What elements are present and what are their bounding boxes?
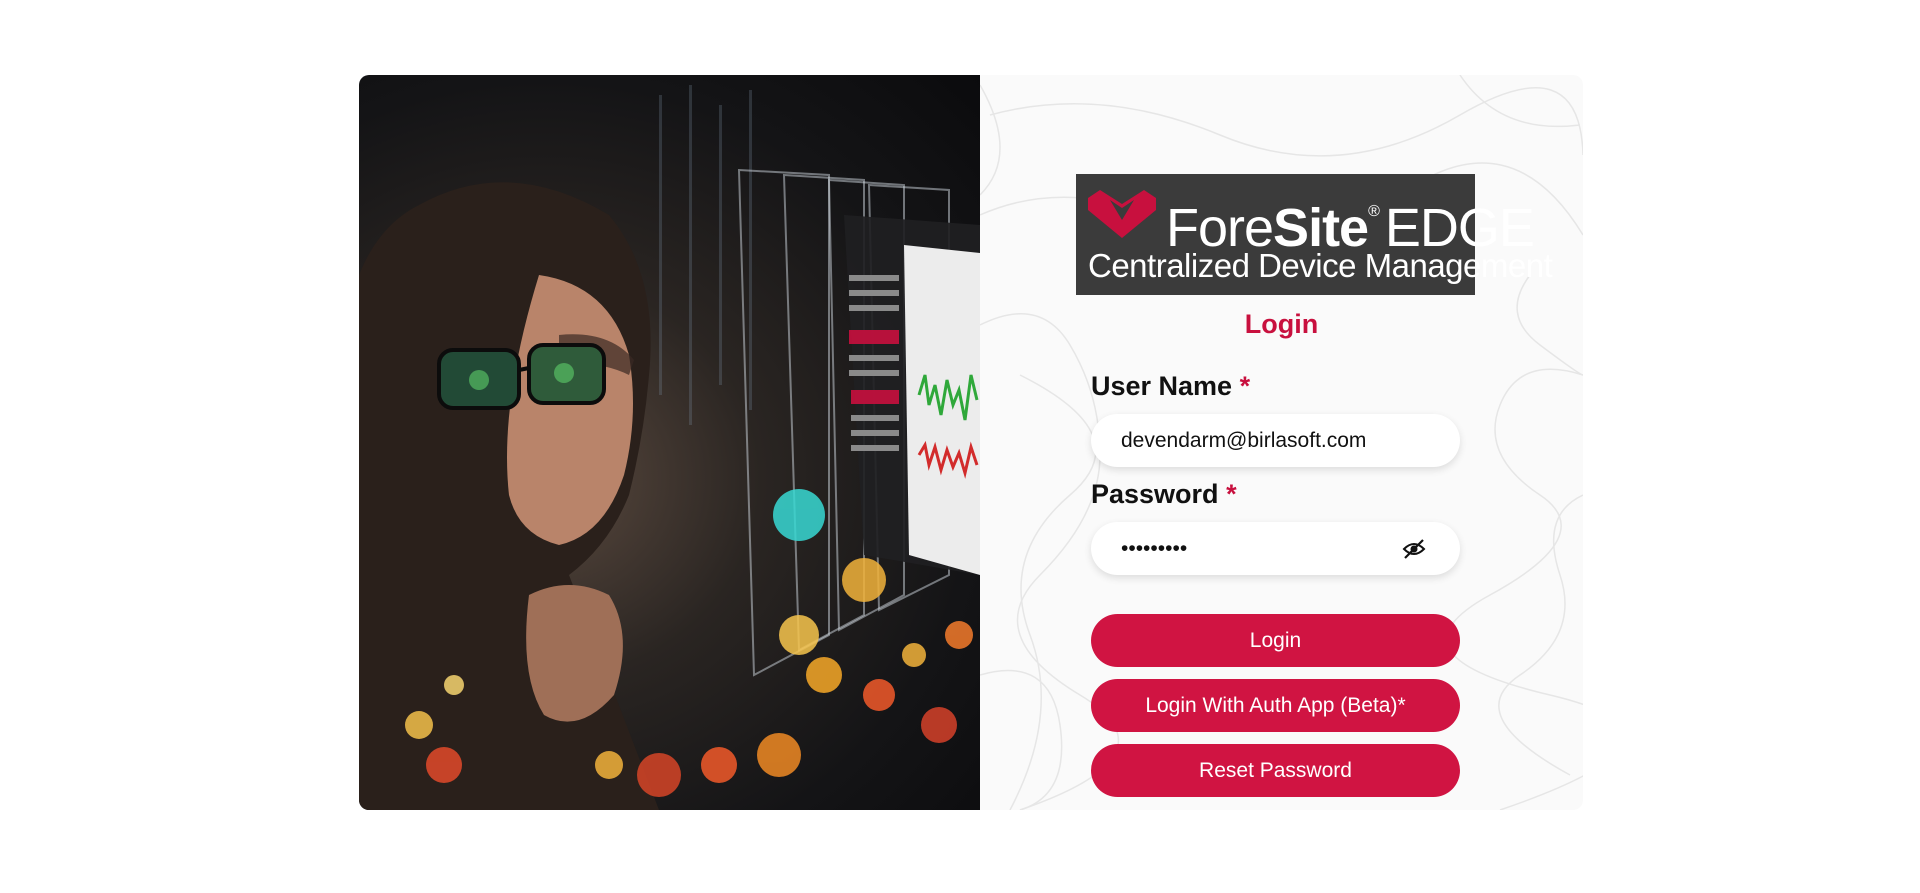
brand-subtitle: Centralized Device Management xyxy=(1088,247,1553,284)
password-input[interactable] xyxy=(1121,522,1411,575)
reset-password-button[interactable]: Reset Password xyxy=(1091,744,1460,797)
form-title: Login xyxy=(1244,309,1319,339)
foresite-edge-logo: ForeSite® EDGE Centralized Device Managem… xyxy=(1076,174,1553,295)
username-input[interactable] xyxy=(1121,414,1411,467)
hero-illustration xyxy=(359,85,980,810)
password-label: Password * xyxy=(1091,479,1237,509)
login-form-panel: ForeSite® EDGE Centralized Device Managem… xyxy=(980,75,1583,810)
login-card: ForeSite® EDGE Centralized Device Managem… xyxy=(359,75,1583,810)
eye-slash-icon[interactable] xyxy=(1402,538,1426,565)
login-auth-app-button[interactable]: Login With Auth App (Beta)* xyxy=(1091,679,1460,732)
heart-logo-icon xyxy=(1088,190,1156,238)
password-field[interactable] xyxy=(1091,522,1460,575)
username-label: User Name * xyxy=(1091,371,1251,401)
login-button[interactable]: Login xyxy=(1091,614,1460,667)
username-field[interactable] xyxy=(1091,414,1460,467)
hero-image xyxy=(359,75,980,810)
